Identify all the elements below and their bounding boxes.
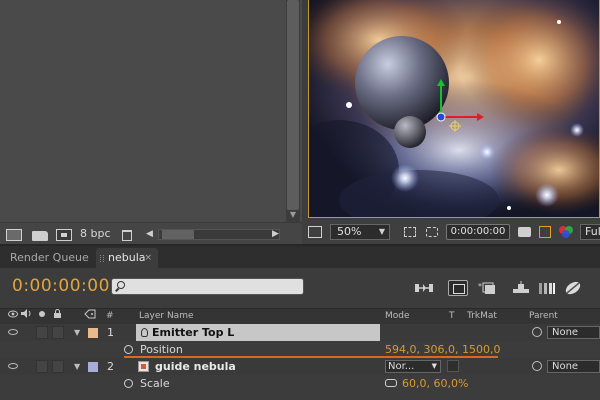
- layer-name-field[interactable]: Emitter Top L: [136, 324, 380, 341]
- light-layer-icon: [141, 328, 148, 337]
- parent-dropdown[interactable]: None: [547, 326, 600, 339]
- column-parent: Parent: [529, 311, 558, 321]
- tab-grip-icon[interactable]: [100, 255, 104, 262]
- solo-switch[interactable]: [36, 326, 48, 339]
- property-row: Scale 60,0, 60,0%: [0, 375, 600, 392]
- property-row: Position 594,0, 306,0, 1500,0: [0, 341, 600, 358]
- stopwatch-icon[interactable]: [124, 345, 133, 354]
- column-trkmat: TrkMat: [467, 311, 497, 321]
- layer-label-color[interactable]: [88, 328, 98, 338]
- always-preview-icon[interactable]: [308, 226, 322, 238]
- column-number: #: [106, 311, 114, 321]
- label-tag-icon[interactable]: [84, 309, 96, 325]
- interpret-footage-icon[interactable]: [6, 229, 22, 241]
- layer-index: 2: [107, 360, 114, 373]
- zoom-value: 50%: [337, 225, 362, 238]
- lock-switch[interactable]: [52, 360, 64, 373]
- layer-search-input[interactable]: [111, 278, 304, 295]
- pick-whip-icon[interactable]: [532, 327, 542, 337]
- twirl-down-icon[interactable]: ▼: [74, 324, 80, 341]
- video-visibility-icon[interactable]: [8, 363, 18, 369]
- svg-text:*: *: [478, 282, 482, 291]
- frame-blending-icon[interactable]: [511, 280, 531, 296]
- tab-nebula[interactable]: nebula ×: [96, 248, 158, 268]
- solo-icon[interactable]: [38, 309, 46, 324]
- video-visibility-icon[interactable]: [8, 329, 18, 335]
- column-t: T: [449, 311, 455, 321]
- scroll-right-arrow-icon[interactable]: ▶: [272, 227, 279, 241]
- pick-whip-icon[interactable]: [532, 361, 542, 371]
- scroll-down-arrow-icon[interactable]: ▼: [287, 209, 299, 221]
- comp-mini-flowchart-icon[interactable]: [414, 280, 434, 296]
- current-time-display[interactable]: 0:00:00:00: [12, 276, 110, 296]
- constrain-proportions-icon[interactable]: [385, 379, 397, 387]
- chevron-down-icon: ▼: [378, 227, 385, 236]
- show-snapshot-icon[interactable]: [539, 226, 551, 238]
- panel-tab-bar: Render Queue nebula ×: [0, 244, 600, 268]
- tab-label: nebula: [108, 251, 146, 264]
- layer-index: 1: [107, 326, 114, 339]
- layer-row[interactable]: ▼ 2 guide nebula Nor... ▼ None: [0, 358, 600, 375]
- twirl-down-icon[interactable]: ▼: [74, 358, 80, 375]
- viewer-timecode[interactable]: 0:00:00:00: [446, 224, 510, 240]
- timeline-panel: Render Queue nebula × 0:00:00:00 * # Lay…: [0, 244, 600, 400]
- stopwatch-icon[interactable]: [124, 379, 133, 388]
- lock-switch[interactable]: [52, 326, 64, 339]
- horizontal-scrollbar-thumb[interactable]: [162, 230, 194, 239]
- blend-mode-value: Nor...: [388, 361, 415, 372]
- shy-layers-icon[interactable]: *: [477, 280, 497, 296]
- new-folder-icon[interactable]: [32, 231, 48, 241]
- grid-guide-icon[interactable]: [404, 227, 416, 237]
- property-name: Scale: [140, 377, 170, 390]
- project-scrollbar-thumb[interactable]: [287, 0, 299, 210]
- layer-name[interactable]: guide nebula: [155, 358, 236, 375]
- trash-icon[interactable]: [122, 230, 132, 241]
- lock-icon[interactable]: [53, 309, 62, 325]
- composition-viewer: 50% ▼ 0:00:00:00 Full: [302, 0, 600, 244]
- motion-blur-icon[interactable]: [537, 280, 557, 296]
- nebula-image: [309, 0, 599, 217]
- preserve-transparency-toggle[interactable]: [447, 360, 459, 372]
- bit-depth-button[interactable]: 8 bpc: [80, 227, 111, 241]
- chevron-down-icon: ▼: [431, 362, 437, 370]
- blend-mode-dropdown[interactable]: Nor... ▼: [385, 360, 441, 373]
- column-mode: Mode: [385, 311, 410, 321]
- project-panel: ▼ 8 bpc ◀ ▶: [0, 0, 302, 244]
- draft-3d-icon[interactable]: [448, 280, 468, 296]
- solo-switch[interactable]: [36, 360, 48, 373]
- layer-row[interactable]: ▼ 1 Emitter Top L None: [0, 324, 600, 341]
- layer-column-header: # Layer Name Mode T TrkMat Parent: [0, 308, 600, 324]
- scroll-left-arrow-icon[interactable]: ◀: [146, 227, 153, 241]
- tab-render-queue[interactable]: Render Queue: [0, 248, 94, 268]
- close-icon[interactable]: ×: [144, 248, 152, 268]
- audio-toggle-icon[interactable]: [20, 309, 32, 324]
- resolution-dropdown[interactable]: Full: [580, 224, 600, 240]
- mask-visibility-icon[interactable]: [426, 227, 438, 237]
- parent-dropdown[interactable]: None: [547, 360, 600, 373]
- composition-canvas[interactable]: [308, 0, 600, 218]
- new-composition-icon[interactable]: [56, 229, 72, 241]
- project-toolbar: 8 bpc ◀ ▶: [0, 222, 302, 244]
- camera-snapshot-icon[interactable]: [518, 227, 531, 237]
- tab-label: Render Queue: [10, 251, 89, 264]
- video-toggle-icon[interactable]: [8, 309, 18, 324]
- search-icon: [117, 281, 125, 289]
- timeline-header: 0:00:00:00 *: [0, 268, 600, 308]
- rgb-channel-icon[interactable]: [558, 225, 574, 239]
- layer-name: Emitter Top L: [152, 326, 235, 339]
- viewer-toolbar: 50% ▼ 0:00:00:00 Full: [302, 220, 600, 244]
- footage-file-icon: [138, 361, 149, 372]
- scale-value[interactable]: 60,0, 60,0%: [402, 375, 468, 392]
- layer-label-color[interactable]: [88, 362, 98, 372]
- graph-editor-icon[interactable]: [563, 280, 583, 296]
- column-layer-name[interactable]: Layer Name: [139, 309, 194, 324]
- zoom-dropdown[interactable]: 50% ▼: [330, 224, 390, 240]
